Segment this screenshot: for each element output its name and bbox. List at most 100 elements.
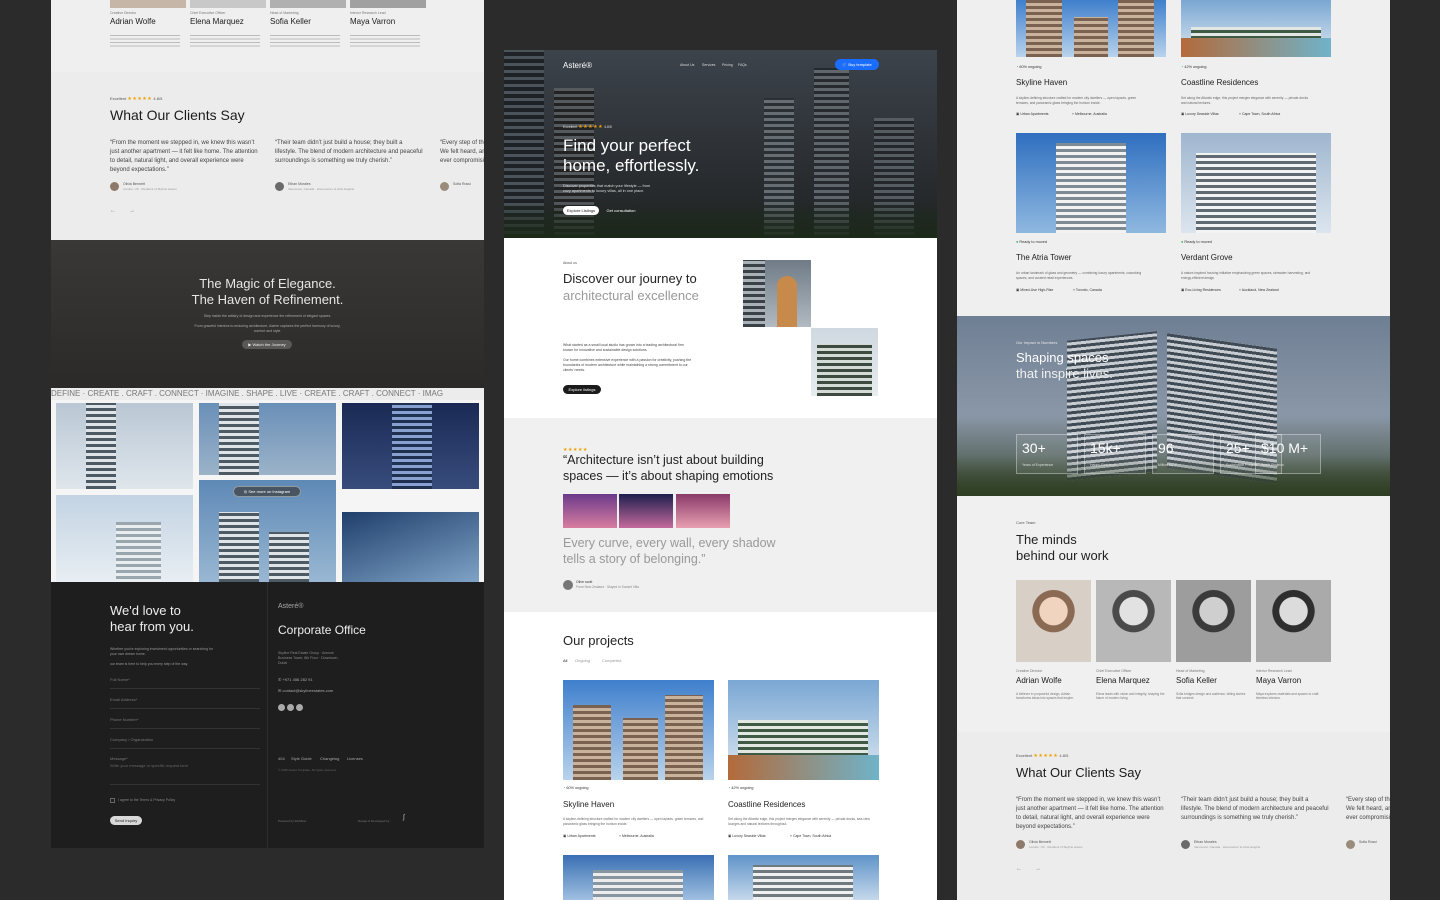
company-field[interactable]: Company / Organization — [110, 737, 260, 749]
project-photo[interactable] — [563, 855, 714, 900]
phone-field[interactable]: Phone Number* — [110, 717, 260, 729]
contact-title-line2: hear from you. — [110, 619, 194, 634]
project-name[interactable]: Skyline Haven — [1016, 78, 1067, 87]
project-photo[interactable] — [1016, 133, 1166, 233]
project-location: ⌖ Cape Town, South Africa — [790, 834, 831, 838]
copyright: © 2025 Asteré Template. All rights reser… — [278, 768, 337, 772]
email-row[interactable]: ✉ contact@skylineestates.com — [278, 688, 333, 693]
buy-template-label: Buy template — [848, 62, 872, 67]
avatar — [1181, 840, 1190, 849]
footer-link-404[interactable]: 404 — [278, 756, 285, 761]
avatar — [563, 580, 573, 590]
testimonial-author: Ethan Morales — [288, 182, 311, 186]
next-arrow-icon[interactable]: → — [129, 208, 135, 214]
about-section: About us Discover our journey to archite… — [504, 238, 937, 418]
about-title-line1: Discover our journey to — [563, 271, 697, 286]
quote-photo — [676, 494, 730, 528]
watch-journey-label: Watch the Journey — [252, 342, 286, 347]
project-photo[interactable] — [728, 680, 879, 780]
right-preview-panel: ◔ 60% ongoing Skyline Haven A skyline-de… — [957, 0, 1390, 900]
about-photo-people — [743, 260, 811, 327]
project-desc: A skyline-defining structure crafted for… — [1016, 96, 1137, 105]
filter-all[interactable]: All — [563, 658, 567, 663]
project-type: ▣ Urban Apartments — [1016, 112, 1049, 116]
nav-faqs[interactable]: FAQs — [738, 63, 747, 67]
prev-arrow-icon[interactable]: ← — [110, 208, 116, 214]
team-photo — [270, 0, 346, 8]
right-projects-grid: ◔ 60% ongoing Skyline Haven A skyline-de… — [957, 0, 1390, 316]
designed-by[interactable]: Design & Developed by — [358, 819, 389, 823]
email-field[interactable]: Email Address* — [110, 697, 260, 709]
nav-about[interactable]: About Us — [680, 63, 694, 67]
social-icon[interactable] — [278, 704, 285, 711]
testimonials-section-right: Excellent ★★★★★ 4.8/5 What Our Clients S… — [957, 732, 1390, 900]
nav-services[interactable]: Services — [702, 63, 715, 67]
team-title-line1: The minds — [1016, 532, 1077, 547]
project-status-text: 42% ongoing — [1184, 65, 1207, 69]
project-name[interactable]: The Atria Tower — [1016, 253, 1071, 262]
prev-arrow-icon[interactable]: ← — [1016, 866, 1022, 872]
hero-title-line1: Find your perfect — [563, 136, 691, 155]
stat-label: Worth Projects — [1261, 463, 1284, 467]
next-arrow-icon[interactable]: → — [1035, 866, 1041, 872]
team-name: Sofia Keller — [1176, 676, 1217, 685]
project-photo[interactable] — [1016, 0, 1166, 57]
about-photo-building — [811, 328, 878, 396]
stat-label: Million sq. ft. — [1158, 463, 1178, 467]
hero-brand-logo[interactable]: Asteré® — [563, 61, 592, 70]
project-name[interactable]: Skyline Haven — [563, 800, 614, 809]
social-icon[interactable] — [296, 704, 303, 711]
hero-subtitle: Discover properties that match your life… — [563, 184, 651, 193]
get-consultation-button[interactable]: Get consultation — [603, 206, 639, 215]
send-inquiry-button[interactable]: Send Inquiry — [110, 816, 142, 825]
avatar — [440, 182, 449, 191]
filter-ongoing[interactable]: Ongoing — [575, 658, 590, 663]
team-name: Maya Varron — [1256, 676, 1302, 685]
hero-title-line2: home, effortlessly. — [563, 156, 700, 175]
social-icon[interactable] — [287, 704, 294, 711]
watch-journey-button[interactable]: ▶ Watch the Journey — [242, 340, 292, 349]
team-role: Chief Executive Officer — [1096, 669, 1132, 673]
team-photo — [1016, 580, 1091, 662]
project-photo[interactable] — [1181, 0, 1331, 57]
playground — [1181, 38, 1331, 57]
nav-pricing[interactable]: Pricing — [722, 63, 733, 67]
project-name[interactable]: Verdant Grove — [1181, 253, 1233, 262]
brand-logo[interactable]: Asteré® — [278, 603, 303, 610]
instagram-button[interactable]: ◎ See more on Instagram — [233, 486, 301, 497]
stat-card: 15k+ Happy Residents — [1084, 434, 1146, 474]
agree-checkbox[interactable] — [110, 798, 115, 803]
elegance-title-line1: The Magic of Elegance. — [199, 276, 336, 291]
stat-value: $10 M+ — [1261, 440, 1309, 456]
instagram-label: See more on Instagram — [248, 489, 291, 494]
project-name[interactable]: Coastline Residences — [1181, 78, 1258, 87]
filter-completed[interactable]: Completed — [602, 658, 621, 663]
buy-template-button[interactable]: 🛒 Buy template — [835, 59, 879, 70]
full-name-field[interactable]: Full Name* — [110, 677, 260, 689]
gallery-photo — [199, 403, 336, 475]
phone-row[interactable]: ✆ +971 456 282 91 — [278, 677, 313, 682]
about-explore-button[interactable]: Explore listings — [563, 385, 601, 394]
project-status-text: Ready to moved — [1184, 240, 1213, 244]
designer-signature-icon: ∫ — [403, 814, 405, 821]
footer-link-style-guide[interactable]: Style Guide — [291, 756, 312, 761]
project-type: ▣ Eco-Living Residences — [1181, 288, 1221, 292]
project-name[interactable]: Coastline Residences — [728, 800, 805, 809]
message-textarea[interactable]: Write your message or specific request h… — [110, 763, 260, 785]
project-type-text: Luxury Seaside Villas — [732, 834, 766, 838]
footer-link-licenses[interactable]: Licenses — [347, 756, 363, 761]
explore-listings-button[interactable]: Explore Listings — [563, 206, 599, 215]
avatar — [1346, 840, 1355, 849]
project-photo[interactable] — [728, 855, 879, 900]
team-role: Head of Marketing — [1176, 669, 1205, 673]
powered-by[interactable]: Powered by Webflow — [278, 819, 306, 823]
stat-label: Sustainable Projects — [1226, 463, 1258, 467]
gallery-photo — [56, 495, 193, 582]
footer-link-changelog[interactable]: Changelog — [320, 756, 339, 761]
avatar — [275, 182, 284, 191]
project-status: ◔ 60% ongoing — [1016, 65, 1042, 69]
testimonial-quote: “Their team didn’t just build a house; t… — [1181, 797, 1329, 821]
project-type-text: Mixed-Use High-Rise — [1020, 288, 1054, 292]
project-photo[interactable] — [1181, 133, 1331, 233]
project-photo[interactable] — [563, 680, 714, 780]
